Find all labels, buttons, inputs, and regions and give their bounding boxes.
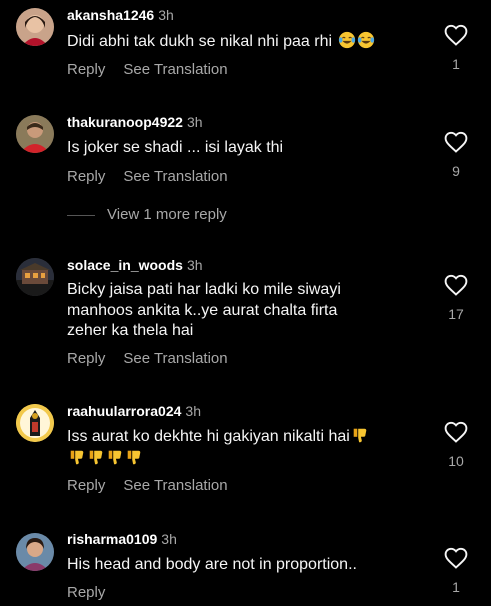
divider [67, 214, 95, 216]
comment-text-line: zeher ka thela hai [67, 322, 194, 339]
like-count: 10 [448, 453, 464, 469]
comment-time: 3h [186, 114, 203, 130]
reply-button[interactable]: Reply [67, 61, 105, 78]
comment-text: Iss aurat ko dekhte hi gakiyan nikalti h… [67, 426, 437, 469]
avatar[interactable] [16, 258, 54, 296]
comment-time: 3h [185, 403, 201, 419]
comment-actions: Reply [67, 584, 105, 601]
comment-username[interactable]: akansha1246 3h [67, 7, 174, 23]
comment-username[interactable]: solace_in_woods 3h [67, 257, 203, 273]
like-count: 17 [448, 306, 464, 322]
view-more-replies-button[interactable]: View 1 more reply [67, 206, 227, 223]
avatar[interactable] [16, 533, 54, 571]
like-control: 10 [443, 421, 469, 469]
comment-actions: Reply See Translation [67, 168, 228, 185]
laughing-tears-emoji-icon [357, 31, 374, 49]
heart-icon[interactable] [444, 421, 468, 443]
laughing-tears-emoji-icon [338, 31, 355, 49]
heart-icon[interactable] [444, 274, 468, 296]
comment-text: Bicky jaisa pati har ladki ko mile siway… [67, 280, 427, 342]
like-control: 9 [443, 131, 469, 179]
comment-actions: Reply See Translation [67, 477, 228, 494]
comment-username[interactable]: raahuularrora024 3h [67, 403, 201, 419]
reply-button[interactable]: Reply [67, 350, 105, 367]
see-translation-button[interactable]: See Translation [123, 168, 227, 185]
thumbs-down-emoji-icon [89, 450, 103, 464]
reply-button[interactable]: Reply [67, 584, 105, 601]
comment-actions: Reply See Translation [67, 61, 228, 78]
comment-time: 3h [161, 531, 177, 547]
comment-username[interactable]: risharma0109 3h [67, 531, 177, 547]
like-count: 9 [452, 163, 460, 179]
see-translation-button[interactable]: See Translation [123, 350, 227, 367]
comment-text-line: manhoos ankita k..ye aurat chalta firta [67, 301, 338, 319]
like-count: 1 [452, 579, 460, 595]
heart-icon[interactable] [444, 24, 468, 46]
like-count: 1 [452, 56, 460, 72]
comment-text: His head and body are not in proportion.… [67, 556, 357, 573]
reply-button[interactable]: Reply [67, 477, 105, 494]
avatar[interactable] [16, 404, 54, 442]
heart-icon[interactable] [444, 131, 468, 153]
comment-time: 3h [158, 7, 174, 23]
comment-text: Didi abhi tak dukh se nikal nhi paa rhi [67, 31, 427, 53]
comment-text: Is joker se shadi ... isi layak thi [67, 139, 284, 156]
comment-text-line: Bicky jaisa pati har ladki ko mile siway… [67, 281, 341, 298]
see-translation-button[interactable]: See Translation [123, 61, 227, 78]
thumbs-down-emoji-icon [70, 450, 84, 464]
comment-actions: Reply See Translation [67, 350, 228, 367]
see-translation-button[interactable]: See Translation [123, 477, 227, 494]
heart-icon[interactable] [444, 547, 468, 569]
like-control: 1 [443, 547, 469, 595]
comment-time: 3h [186, 257, 203, 273]
thumbs-down-emoji-icon [108, 450, 122, 464]
avatar[interactable] [16, 115, 54, 153]
avatar[interactable] [16, 8, 54, 46]
thumbs-down-emoji-icon [353, 428, 367, 443]
like-control: 17 [443, 274, 469, 322]
like-control: 1 [443, 24, 469, 72]
reply-button[interactable]: Reply [67, 168, 105, 185]
comment-username[interactable]: thakuranoop4922 3h [67, 114, 203, 130]
thumbs-down-emoji-icon [127, 450, 141, 464]
